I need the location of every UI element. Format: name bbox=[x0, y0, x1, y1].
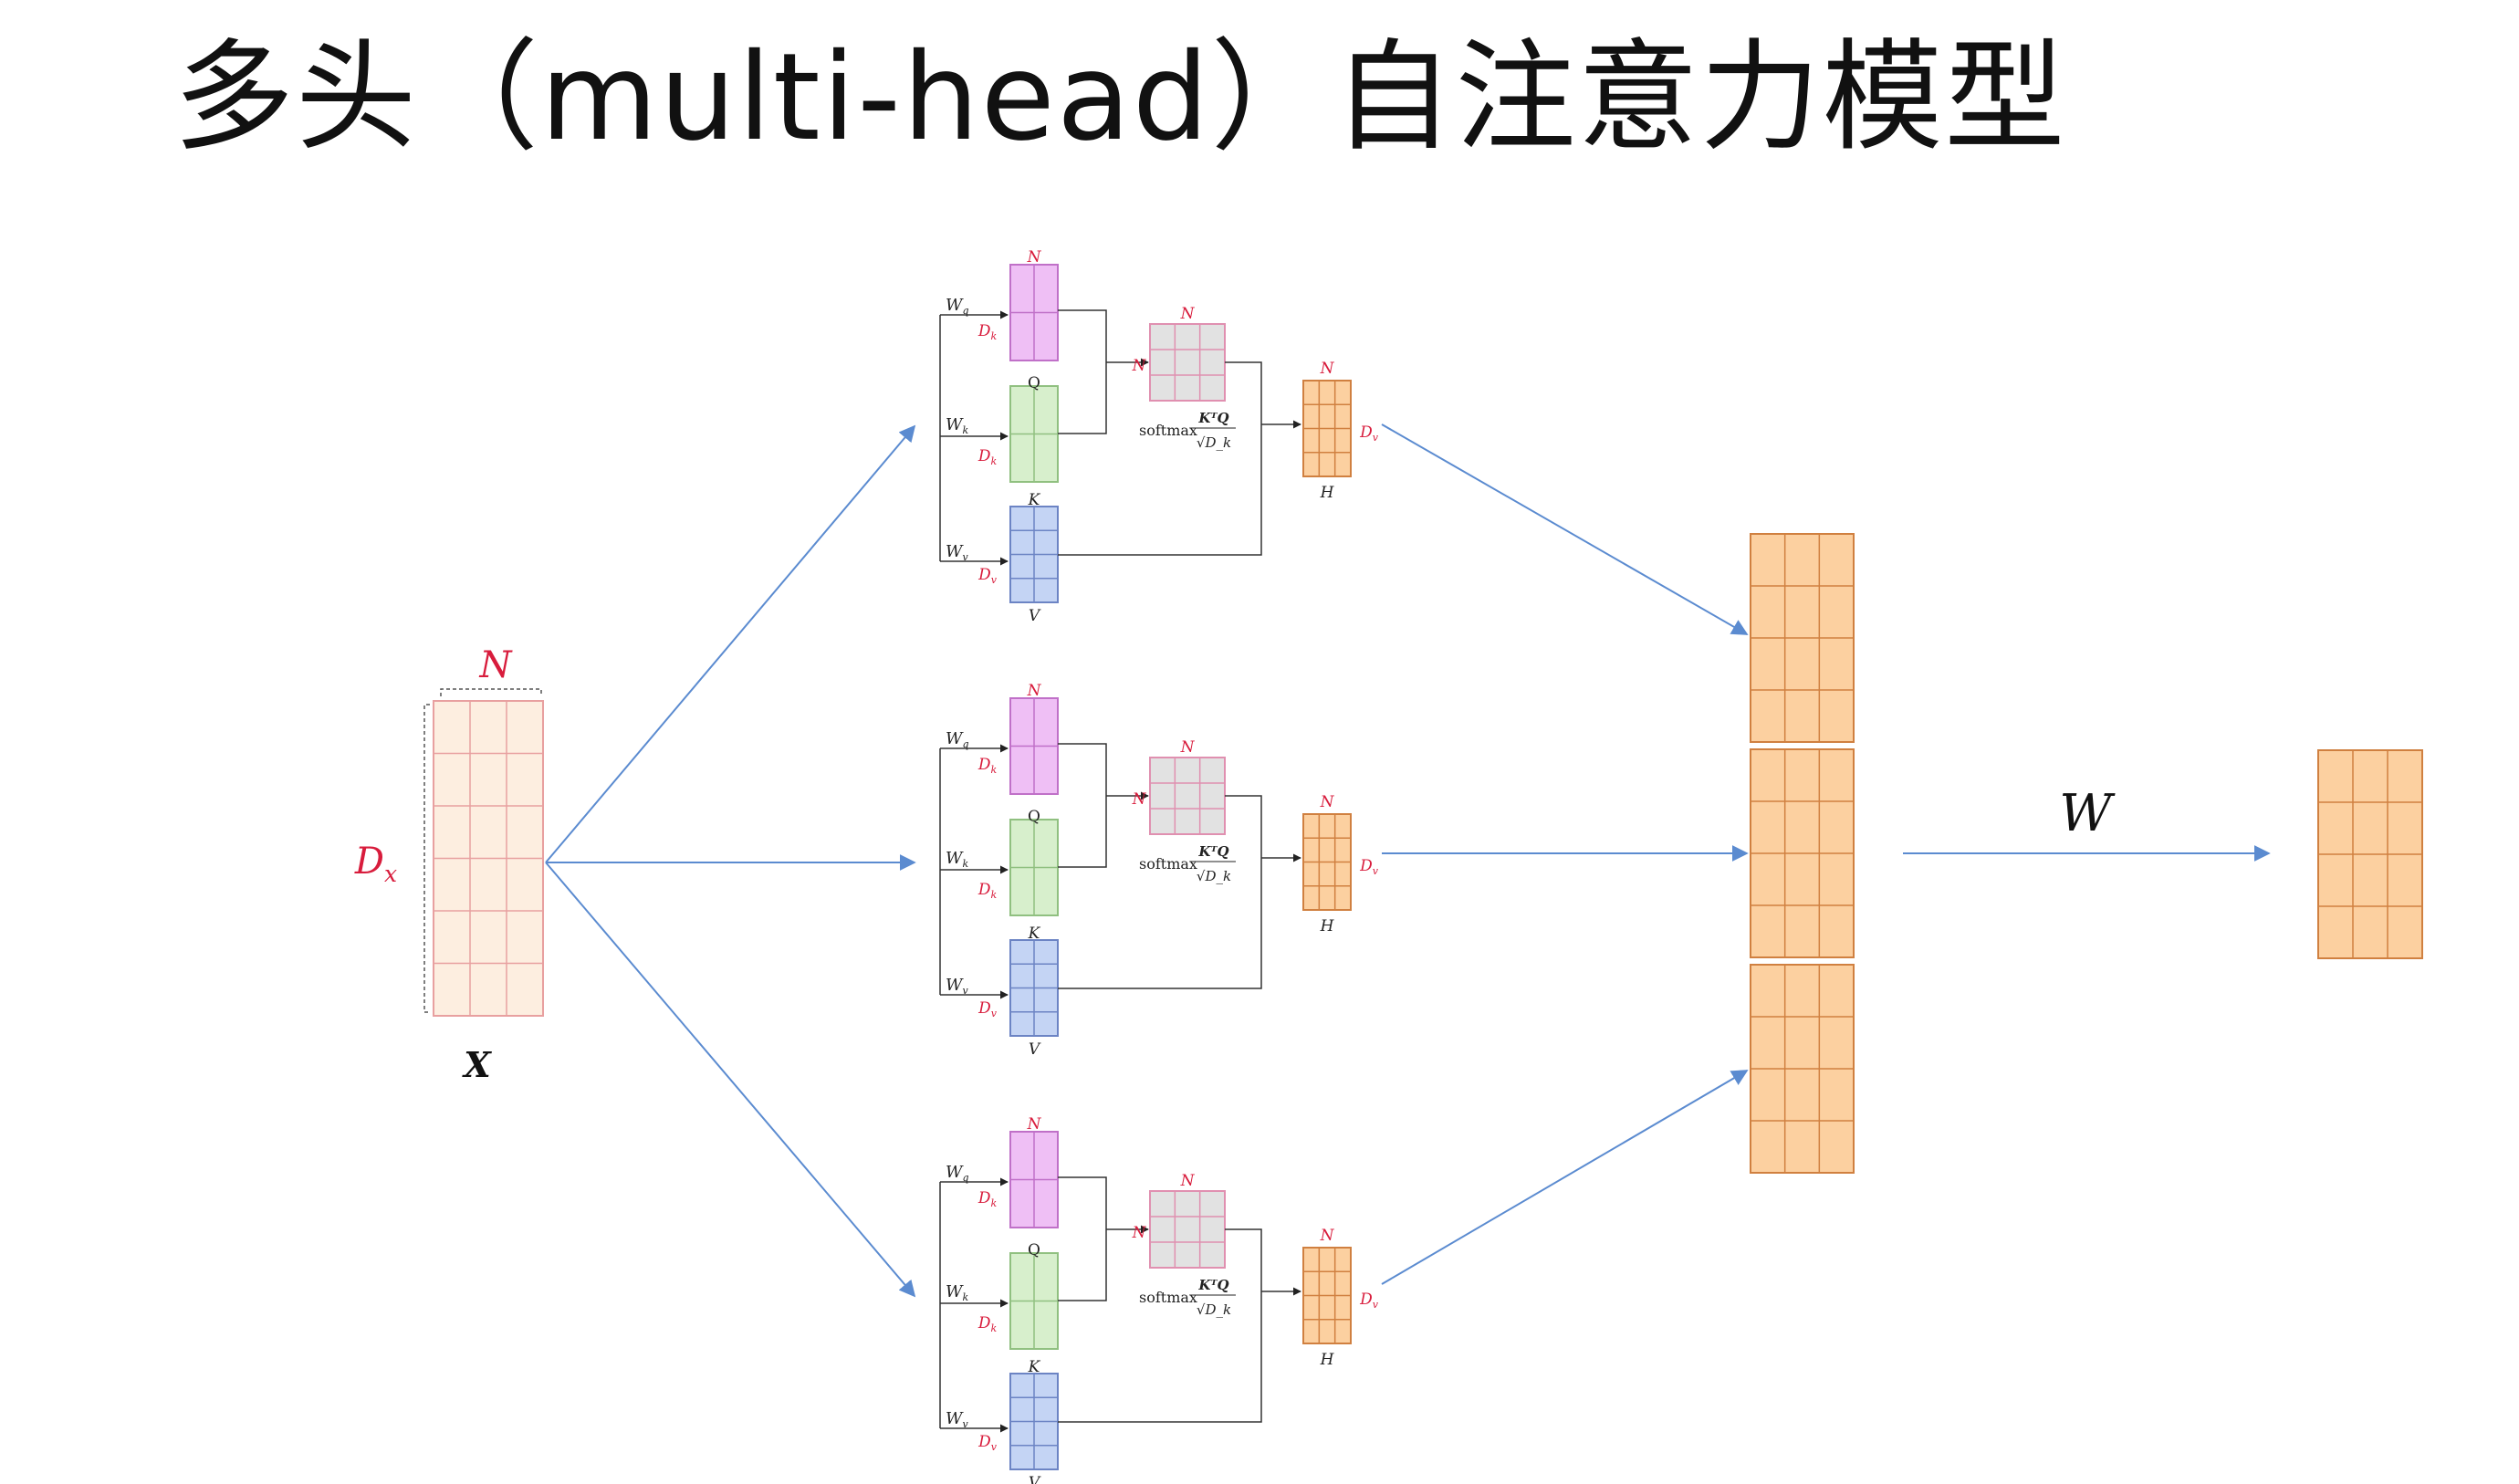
output-width-label: N bbox=[1320, 1227, 1335, 1245]
output-label: H bbox=[1320, 1351, 1335, 1369]
q-width-label: N bbox=[1027, 682, 1042, 700]
attention-score-matrix bbox=[1149, 323, 1226, 402]
q-label: Q bbox=[1028, 808, 1040, 826]
qk-merge-line bbox=[1058, 743, 1107, 868]
q-label: Q bbox=[1028, 374, 1040, 392]
softmax-denominator: √D_k bbox=[1197, 434, 1231, 451]
wq-label: Wq bbox=[946, 729, 969, 750]
input-height-label: Dx bbox=[354, 841, 397, 887]
k-label: K bbox=[1028, 491, 1041, 509]
v-label: V bbox=[1029, 607, 1041, 625]
wv-label: Wv bbox=[946, 976, 969, 997]
fan-out-arrow bbox=[545, 424, 916, 863]
v-height-label: Dv bbox=[977, 566, 998, 586]
softmax-numerator: KᵀQ bbox=[1197, 1277, 1228, 1293]
output-height-label: Dv bbox=[1359, 423, 1379, 444]
value-matrix bbox=[1009, 939, 1059, 1037]
v-label: V bbox=[1029, 1474, 1041, 1484]
output-height-label: Dv bbox=[1359, 857, 1379, 877]
attention-score-matrix-body bbox=[1149, 323, 1226, 402]
concat-block bbox=[1750, 964, 1855, 1174]
attention-head: Wq Wk Wv N Dk Dk Dv Q K V N NsoftmaxKᵀQ √D_k N Dv H bbox=[939, 248, 1379, 625]
wv-label: Wv bbox=[946, 542, 969, 563]
q-width-label: N bbox=[1027, 248, 1042, 266]
k-height-label: Dk bbox=[977, 1314, 998, 1334]
v-height-label: Dv bbox=[977, 1433, 998, 1453]
score-height-label: N bbox=[1132, 790, 1147, 809]
softmax-label: softmax bbox=[1139, 855, 1197, 873]
attention-score-matrix-body bbox=[1149, 1190, 1226, 1269]
head-output-matrix bbox=[1302, 380, 1352, 477]
score-out-line bbox=[1225, 795, 1262, 862]
input-name-label: X bbox=[462, 1044, 492, 1085]
wq-label: Wq bbox=[946, 1163, 969, 1184]
q-width-label: N bbox=[1027, 1115, 1042, 1134]
key-matrix bbox=[1009, 819, 1059, 916]
softmax-numerator: KᵀQ bbox=[1197, 410, 1228, 426]
softmax-label: softmax bbox=[1139, 422, 1197, 439]
q-label: Q bbox=[1028, 1241, 1040, 1259]
qk-merge-line bbox=[1058, 1176, 1107, 1301]
q-height-label: Dk bbox=[977, 322, 998, 342]
input-height-bracket bbox=[423, 704, 430, 1013]
q-height-label: Dk bbox=[977, 1189, 998, 1209]
fan-out-arrow bbox=[545, 862, 916, 1298]
k-label: K bbox=[1028, 925, 1041, 943]
wk-label: Wk bbox=[946, 415, 969, 436]
wk-label: Wk bbox=[946, 1282, 969, 1303]
attention-head: Wq Wk Wv N Dk Dk Dv Q K V N NsoftmaxKᵀQ √D_k N Dv H bbox=[939, 1115, 1379, 1484]
slide: 多头（multi-head）自注意力模型 N Dx X Wq Wk Wv N Dk Dk Dv Q K… bbox=[0, 0, 2519, 1484]
output-width-label: N bbox=[1320, 793, 1335, 811]
attention-head: Wq Wk Wv N Dk Dk Dv Q K V N NsoftmaxKᵀQ √D_k N Dv H bbox=[939, 682, 1379, 1059]
final-output-matrix bbox=[2317, 749, 2423, 959]
wq-label: Wq bbox=[946, 296, 969, 317]
key-matrix bbox=[1009, 385, 1059, 483]
softmax-numerator: KᵀQ bbox=[1197, 843, 1228, 860]
key-matrix bbox=[1009, 1252, 1059, 1350]
concat-arrow-bottom bbox=[1381, 1070, 1749, 1285]
score-width-label: N bbox=[1180, 305, 1196, 323]
wv-label: Wv bbox=[946, 1409, 969, 1430]
softmax-denominator: √D_k bbox=[1197, 868, 1231, 884]
v-label: V bbox=[1029, 1040, 1041, 1059]
query-matrix bbox=[1009, 1131, 1059, 1228]
qk-merge-line bbox=[1058, 309, 1107, 434]
concat-block bbox=[1750, 748, 1855, 958]
score-width-label: N bbox=[1180, 738, 1196, 757]
score-out-line bbox=[1225, 1228, 1262, 1296]
input-matrix-x bbox=[433, 700, 544, 1017]
input-width-label: N bbox=[479, 644, 514, 686]
k-height-label: Dk bbox=[977, 447, 998, 467]
wk-label: Wk bbox=[946, 849, 969, 870]
score-height-label: N bbox=[1132, 357, 1147, 375]
head-output-matrix bbox=[1302, 813, 1352, 911]
query-matrix bbox=[1009, 697, 1059, 795]
projection-label: W bbox=[2059, 784, 2116, 843]
output-label: H bbox=[1320, 917, 1335, 935]
softmax-label: softmax bbox=[1139, 1289, 1197, 1306]
output-height-label: Dv bbox=[1359, 1291, 1379, 1311]
output-label: H bbox=[1320, 484, 1335, 502]
multi-head-diagram: NDxXWqWkWvNDkDkDvQKVNNsoftmaxKᵀQ√D_kNDvH… bbox=[354, 248, 2423, 1484]
softmax-denominator: √D_k bbox=[1197, 1301, 1231, 1318]
concat-block bbox=[1750, 533, 1855, 743]
output-width-label: N bbox=[1320, 360, 1335, 378]
attention-score-matrix-body bbox=[1149, 757, 1226, 835]
input-width-bracket bbox=[440, 688, 542, 696]
value-matrix bbox=[1009, 1373, 1059, 1470]
score-width-label: N bbox=[1180, 1172, 1196, 1190]
head-output-matrix bbox=[1302, 1247, 1352, 1344]
k-label: K bbox=[1028, 1358, 1041, 1376]
q-height-label: Dk bbox=[977, 756, 998, 776]
score-height-label: N bbox=[1132, 1224, 1147, 1242]
concat-arrow-top bbox=[1381, 423, 1749, 635]
v-height-label: Dv bbox=[977, 999, 998, 1019]
attention-score-matrix bbox=[1149, 1190, 1226, 1269]
value-matrix bbox=[1009, 506, 1059, 603]
score-out-line bbox=[1225, 361, 1262, 429]
query-matrix bbox=[1009, 264, 1059, 361]
attention-score-matrix bbox=[1149, 757, 1226, 835]
k-height-label: Dk bbox=[977, 881, 998, 901]
